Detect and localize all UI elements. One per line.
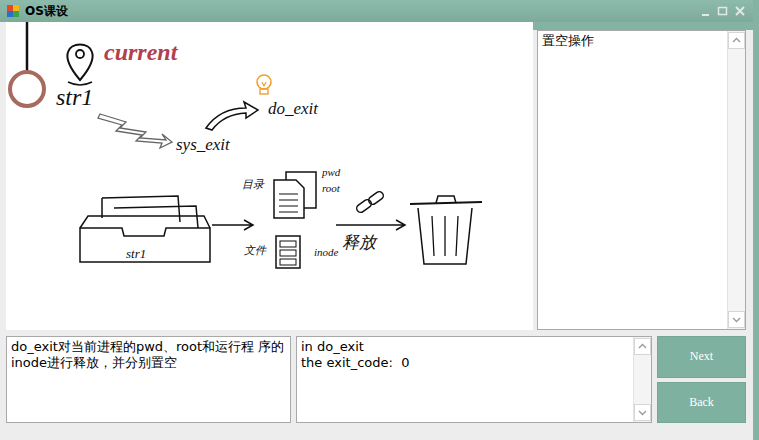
scroll-down-icon[interactable] [634, 404, 651, 421]
log-box[interactable]: in do_exitthe exit_code: 0 [296, 336, 652, 423]
process-node [10, 72, 44, 106]
minimize-icon[interactable] [699, 4, 713, 18]
release-label: 释放 [342, 233, 378, 252]
diagram-canvas: current str1 sys_exit do_exit str1 目录 pwd root 释… [6, 22, 533, 330]
scrollbar[interactable] [633, 337, 651, 422]
current-label: current [104, 39, 179, 65]
dir-field-label: pwd [321, 166, 341, 178]
side-panel[interactable]: 置空操作 [537, 30, 746, 330]
tray-label: str1 [126, 246, 146, 261]
title-bar: OS课设 [0, 0, 753, 22]
process-label: str1 [56, 84, 93, 110]
documents-icon [274, 172, 316, 218]
scroll-up-icon[interactable] [634, 338, 651, 355]
file-field-label: inode [314, 246, 339, 258]
pin-icon [67, 45, 92, 86]
chain-icon [355, 190, 385, 214]
sys-exit-label: sys_exit [176, 135, 231, 154]
curved-arrow-icon [206, 102, 258, 130]
maximize-icon[interactable] [716, 4, 730, 18]
side-panel-text: 置空操作 [538, 31, 727, 329]
window-title: OS课设 [25, 3, 68, 20]
scrollbar[interactable] [727, 31, 745, 329]
side-column: 置空操作 [533, 22, 753, 330]
arrow-icon [212, 220, 253, 230]
trash-icon [410, 196, 482, 264]
app-icon [6, 4, 20, 18]
description-box[interactable]: do_exit对当前进程的pwd、root和运行程 序的inode进行释放，并分… [6, 336, 291, 423]
scroll-down-icon[interactable] [728, 311, 745, 328]
file-label: 文件 [244, 244, 267, 256]
wavy-arrow-icon [98, 114, 172, 148]
do-exit-label: do_exit [268, 99, 319, 118]
lightbulb-icon [257, 75, 271, 94]
app-window: OS课设 current str1 sys_exit do_exit str1 目录 pwd r… [0, 0, 759, 440]
back-button[interactable]: Back [657, 382, 746, 424]
file-icon [276, 236, 300, 268]
log-line: the exit_code: 0 [301, 355, 629, 371]
log-line: in do_exit [301, 339, 629, 355]
scroll-up-icon[interactable] [728, 32, 745, 49]
next-button[interactable]: Next [657, 336, 746, 378]
dir-field-label: root [322, 182, 341, 194]
dir-label: 目录 [242, 178, 265, 190]
tray-icon [80, 196, 210, 262]
close-icon[interactable] [733, 4, 747, 18]
stack-line [26, 22, 29, 72]
description-text: do_exit对当前进程的pwd、root和运行程 序的inode进行释放，并分… [7, 337, 290, 422]
diagram: current str1 sys_exit do_exit str1 目录 pwd root 释… [6, 22, 533, 330]
release-arrow-icon [336, 220, 405, 230]
